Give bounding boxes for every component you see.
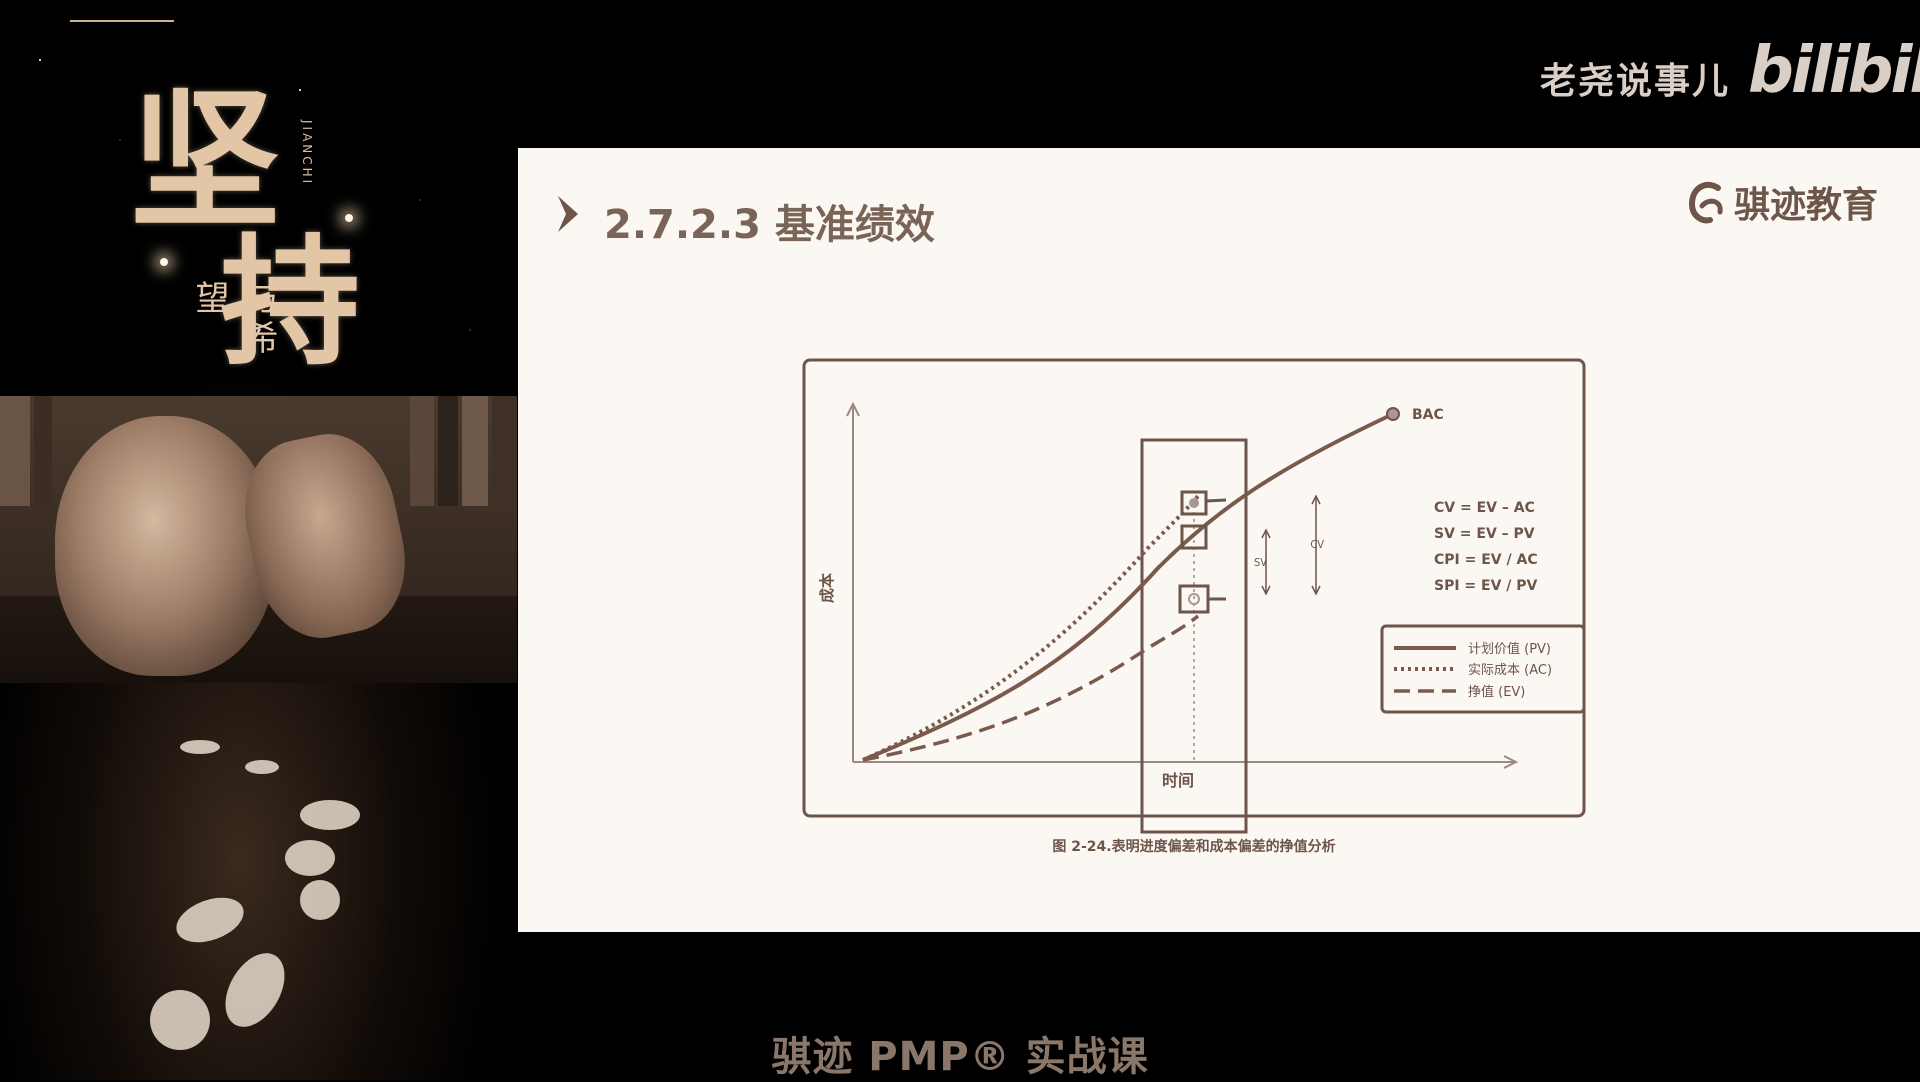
y-axis-label: 成本 xyxy=(818,573,836,603)
legend-ev-label: 挣值 (EV) xyxy=(1468,684,1525,700)
bac-label: BAC xyxy=(1412,407,1444,423)
footprint-icon xyxy=(213,942,297,1038)
poster-subtitle: 与希望 xyxy=(189,280,278,360)
poster-frame-line xyxy=(70,20,174,22)
footprint-icon xyxy=(170,889,250,951)
person-head xyxy=(55,416,275,676)
legend-pv-label: 计划价值 (PV) xyxy=(1468,641,1551,657)
bookshelf-book xyxy=(462,396,488,506)
bookshelf-book xyxy=(410,396,434,506)
bilibili-logo: bilibili xyxy=(1748,34,1920,108)
bookshelf-book xyxy=(438,396,458,506)
spark-icon xyxy=(160,258,168,266)
ac-marker-tick xyxy=(1205,498,1227,503)
footprint-icon xyxy=(245,760,279,774)
legend-ac-label: 实际成本 (AC) xyxy=(1468,663,1552,678)
chart-caption: 图 2-24.表明进度偏差和成本偏差的挣值分析 xyxy=(1052,838,1335,855)
spark-icon xyxy=(345,214,353,222)
poster-title: 坚 持 JIANCHI 与希望 xyxy=(130,30,360,390)
channel-name: 老尧说事儿 xyxy=(1540,61,1731,102)
earned-value-chart: 成本 时间 BAC SV CV CV = EV – AC SV = EV – P… xyxy=(802,358,1586,855)
footprint-icon xyxy=(300,880,340,920)
bookshelf-book xyxy=(34,396,52,506)
sv-label: SV xyxy=(1254,557,1268,570)
footprint-icon xyxy=(300,800,360,830)
bookshelf-book xyxy=(492,396,517,506)
webcam-feed xyxy=(0,396,517,683)
footprint-icon xyxy=(285,840,335,876)
formula-sv: SV = EV – PV xyxy=(1434,526,1535,542)
bookshelf-book xyxy=(0,396,30,506)
poster-panel: 坚 持 JIANCHI 与希望 xyxy=(0,0,517,1080)
slide: 2.7.2.3 基准绩效 骐迹教育 成本 时间 BAC SV CV CV = E… xyxy=(518,148,1920,932)
cv-label: CV xyxy=(1310,539,1324,552)
x-axis-label: 时间 xyxy=(1162,771,1194,790)
ac-marker-dot xyxy=(1189,498,1199,508)
footprint-icon xyxy=(180,740,220,754)
ac-line xyxy=(862,494,1200,762)
pv-line xyxy=(862,412,1394,762)
poster-pinyin: JIANCHI xyxy=(300,120,314,187)
formula-cv: CV = EV – AC xyxy=(1434,500,1535,516)
course-caption: 骐迹 PMP® 实战课 xyxy=(771,1034,1149,1080)
bac-point xyxy=(1386,407,1400,421)
formula-spi: SPI = EV / PV xyxy=(1434,578,1538,594)
formula-cpi: CPI = EV / AC xyxy=(1434,552,1538,568)
